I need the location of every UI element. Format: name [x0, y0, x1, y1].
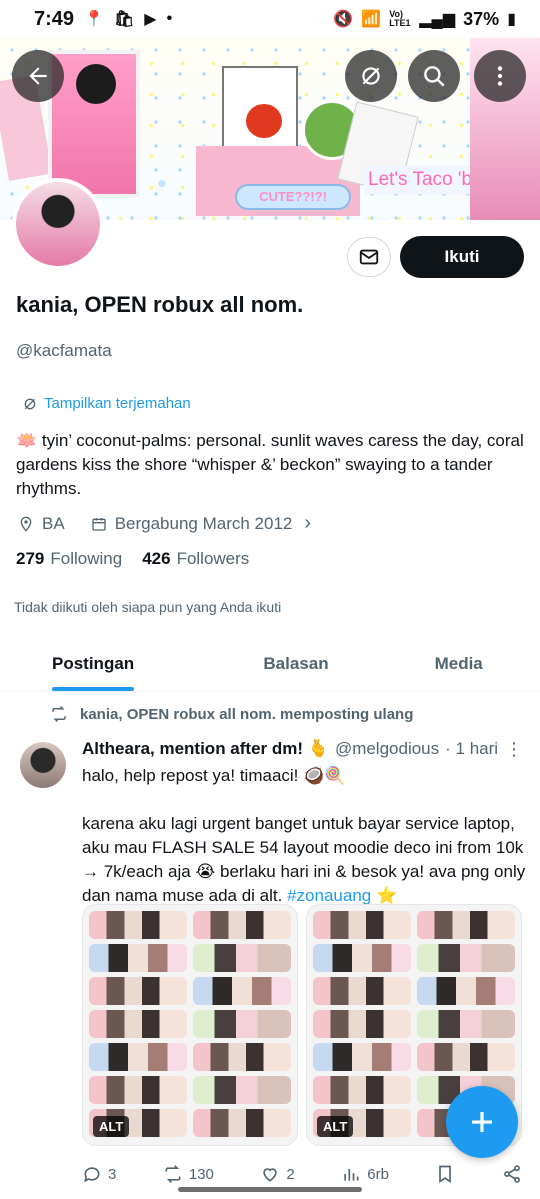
mute-icon: 🔇: [333, 11, 354, 28]
back-arrow-icon: [29, 67, 47, 85]
tab-postingan[interactable]: Postingan: [0, 636, 215, 691]
status-time: 7:49: [34, 7, 75, 30]
post-actions: 3 130 2 6rb: [82, 1164, 522, 1184]
more-options-button[interactable]: [474, 50, 526, 102]
calendar-icon: [92, 517, 106, 531]
message-button[interactable]: [347, 237, 391, 277]
translate-icon: [362, 67, 380, 85]
post-header: Altheara, mention after dm! 🫰 @melgodiou…: [82, 739, 498, 759]
home-indicator[interactable]: [178, 1187, 362, 1192]
post-hashtag-emoji: ⭐: [375, 886, 398, 905]
wifi-icon: 📶: [361, 11, 382, 28]
compose-post-button[interactable]: [446, 1086, 518, 1158]
follow-counts: 279 Following 426 Followers: [16, 549, 249, 569]
profile-location: BA: [42, 513, 65, 533]
share-icon: [504, 1165, 520, 1183]
reply-icon: [84, 1167, 100, 1183]
alt-badge[interactable]: ALT: [317, 1116, 354, 1137]
tab-media[interactable]: Media: [377, 636, 540, 691]
status-bar: 7:49 📍 🛍 ▶ • 🔇 📶 Vo) LTE1 ▂▄▆ 37% ▮: [0, 0, 540, 38]
banner-cute-text: CUTE??!?!: [235, 184, 351, 210]
profile-display-name: kania, OPEN robux all nom.: [16, 292, 304, 317]
profile-tabs: Postingan Balasan Media: [0, 636, 540, 692]
location-icon: 📍: [84, 11, 104, 28]
not-followed-notice: Tidak diikuti oleh siapa pun yang Anda i…: [14, 599, 282, 615]
post-author-avatar[interactable]: [20, 742, 66, 788]
lte-label: Vo) LTE1: [389, 9, 411, 28]
post-text: halo, help repost ya! timaaci! 🥥🍭 karena…: [82, 764, 526, 908]
followers-count: 426: [142, 549, 171, 568]
battery-percent: 37%: [463, 8, 500, 29]
tab-balasan[interactable]: Balasan: [215, 636, 378, 691]
followers-label: Followers: [176, 549, 250, 568]
views-count: 6rb: [367, 1165, 389, 1183]
chevron-right-icon[interactable]: ›: [304, 512, 311, 535]
repost-button[interactable]: 130: [163, 1164, 214, 1184]
like-button[interactable]: 2: [260, 1164, 295, 1184]
search-icon: [424, 66, 445, 87]
repost-icon: [165, 1165, 181, 1183]
profile-bio: 🪷 tyin’ coconut-palms: personal. sunlit …: [16, 431, 524, 498]
translate-icon: [24, 398, 36, 409]
bookmark-icon: [439, 1165, 452, 1184]
profile-joined: Bergabung March 2012: [114, 513, 293, 533]
dot-icon: •: [166, 10, 173, 27]
repost-count: 130: [188, 1165, 214, 1183]
post-time: · 1 hari: [445, 739, 499, 758]
following-count: 279: [16, 549, 45, 568]
bag-icon: 🛍: [113, 11, 135, 28]
more-vertical-icon: [497, 66, 503, 86]
views-button[interactable]: 6rb: [341, 1164, 389, 1184]
repost-icon: [52, 705, 66, 723]
back-button[interactable]: [12, 50, 64, 102]
profile-avatar[interactable]: [12, 178, 104, 270]
mail-icon: [359, 249, 379, 265]
youtube-icon: ▶: [144, 11, 157, 28]
repost-label: kania, OPEN robux all nom. memposting ul…: [80, 705, 414, 723]
followers-link[interactable]: 426 Followers: [142, 549, 249, 569]
reply-button[interactable]: 3: [82, 1164, 116, 1184]
post-author-handle[interactable]: @melgodious: [335, 739, 439, 759]
heart-icon: [263, 1168, 278, 1182]
post-image-1[interactable]: ALT: [82, 904, 298, 1146]
plus-icon: [472, 1112, 492, 1132]
signal-icon: ▂▄▆: [419, 11, 456, 28]
alt-badge[interactable]: ALT: [93, 1116, 130, 1137]
reply-count: 3: [108, 1165, 117, 1183]
views-icon: [344, 1169, 359, 1181]
bookmark-button[interactable]: [435, 1164, 455, 1184]
repost-indicator: kania, OPEN robux all nom. memposting ul…: [50, 705, 413, 723]
battery-icon: ▮: [507, 11, 516, 28]
translate-bio-link[interactable]: Tampilkan terjemahan: [22, 395, 191, 412]
search-button[interactable]: [408, 50, 460, 102]
follow-button[interactable]: Ikuti: [400, 236, 524, 278]
following-label: Following: [50, 549, 123, 568]
like-count: 2: [286, 1165, 295, 1183]
location-icon: [20, 516, 32, 532]
share-button[interactable]: [502, 1164, 522, 1184]
translate-bio-label: Tampilkan terjemahan: [44, 395, 191, 412]
profile-meta: BA Bergabung March 2012 ›: [18, 512, 311, 535]
post-author-name[interactable]: Altheara, mention after dm! 🫰: [82, 739, 329, 759]
translate-button[interactable]: [345, 50, 397, 102]
post-hashtag[interactable]: #zonauang: [287, 886, 371, 905]
banner-tomato: [246, 104, 282, 138]
post-text-line1: halo, help repost ya! timaaci! 🥥🍭: [82, 766, 346, 785]
post-more-icon[interactable]: ⋮: [505, 739, 523, 760]
following-link[interactable]: 279 Following: [16, 549, 122, 569]
profile-handle: @kacfamata: [16, 341, 112, 360]
